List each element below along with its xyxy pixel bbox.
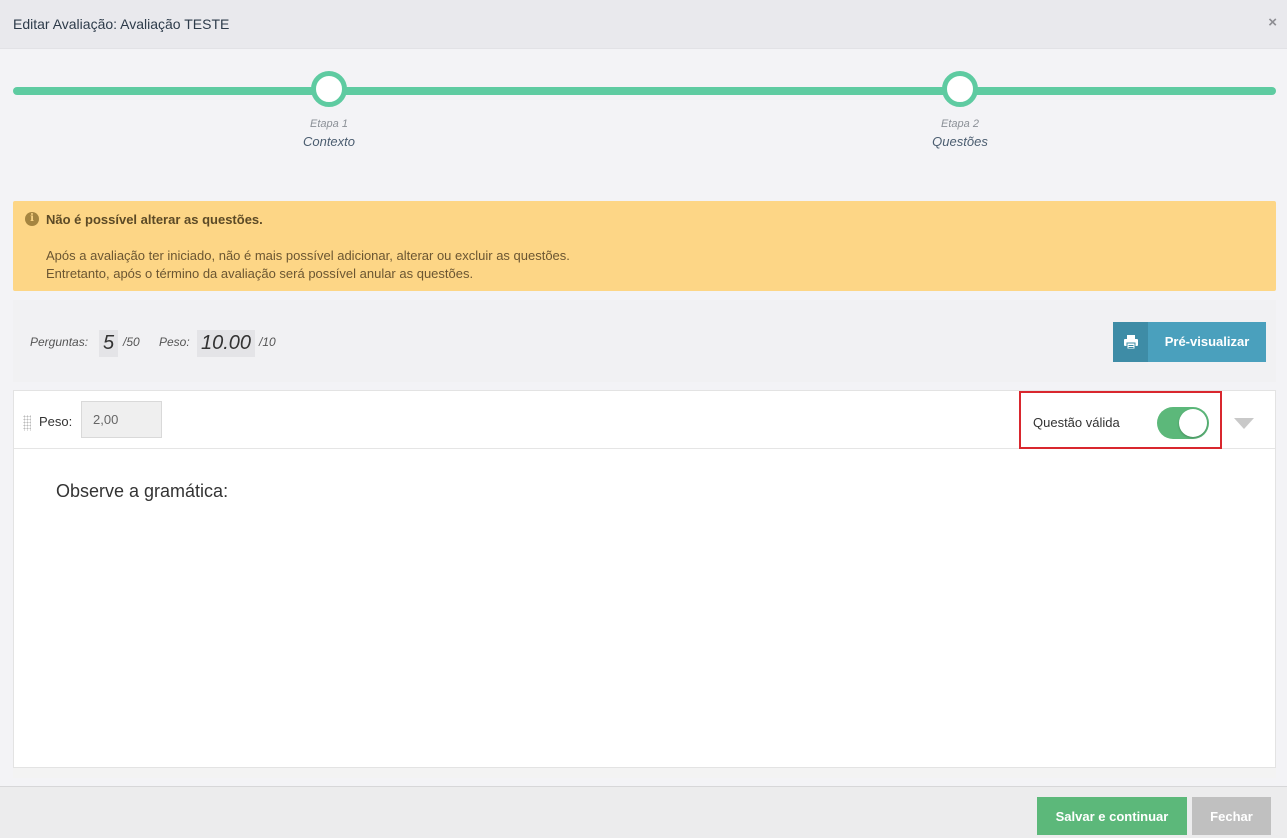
step-dot bbox=[942, 71, 978, 107]
wizard-stepper: Etapa 1 Contexto Etapa 2 Questões bbox=[0, 49, 1287, 189]
weight-max: /10 bbox=[259, 335, 276, 349]
step-number: Etapa 1 bbox=[310, 118, 348, 130]
question-card-header: Peso: Questão válida bbox=[14, 391, 1275, 449]
question-card: Peso: Questão válida Observe a gramática… bbox=[13, 390, 1276, 768]
info-icon: i bbox=[25, 212, 39, 226]
evaluation-stats: Perguntas: 5 /50 Peso: 10.00 /10 bbox=[13, 300, 1276, 382]
questions-max: /50 bbox=[123, 335, 140, 349]
question-weight-input[interactable] bbox=[81, 401, 162, 438]
weight-label: Peso: bbox=[159, 335, 190, 349]
alert-text: Entretanto, após o término da avaliação … bbox=[46, 266, 474, 281]
step-name: Questões bbox=[932, 134, 988, 149]
save-continue-button[interactable]: Salvar e continuar bbox=[1037, 797, 1187, 835]
stepper-track bbox=[13, 87, 1276, 95]
preview-label: Pré-visualizar bbox=[1164, 334, 1250, 349]
step-questoes[interactable]: Etapa 2 Questões bbox=[900, 71, 1020, 149]
warning-alert: i Não é possível alterar as questões. Ap… bbox=[13, 201, 1276, 291]
drag-handle-icon[interactable] bbox=[23, 415, 31, 431]
chevron-down-icon[interactable] bbox=[1234, 418, 1254, 429]
question-valid-toggle[interactable] bbox=[1157, 407, 1209, 439]
preview-button[interactable]: Pré-visualizar bbox=[1113, 322, 1266, 362]
card-bottom-strip bbox=[13, 768, 1276, 778]
modal-header: Editar Avaliação: Avaliação TESTE × bbox=[0, 0, 1287, 49]
toggle-knob bbox=[1179, 409, 1207, 437]
printer-icon bbox=[1124, 335, 1138, 350]
step-contexto[interactable]: Etapa 1 Contexto bbox=[269, 71, 389, 149]
step-number: Etapa 2 bbox=[941, 118, 979, 130]
questions-label: Perguntas: bbox=[30, 335, 89, 349]
modal-footer: Salvar e continuar Fechar bbox=[0, 786, 1287, 838]
preview-icon-box bbox=[1113, 322, 1148, 362]
step-name: Contexto bbox=[302, 134, 356, 149]
alert-text: Após a avaliação ter iniciado, não é mai… bbox=[46, 248, 570, 263]
weight-total: 10.00 bbox=[197, 330, 256, 357]
question-weight-label: Peso: bbox=[39, 414, 73, 429]
close-button[interactable]: Fechar bbox=[1192, 797, 1271, 835]
question-valid-highlight: Questão válida bbox=[1019, 391, 1222, 449]
modal-title: Editar Avaliação: Avaliação TESTE bbox=[13, 16, 230, 32]
question-valid-label: Questão válida bbox=[1033, 415, 1120, 430]
close-icon[interactable]: × bbox=[1268, 15, 1277, 30]
step-dot bbox=[311, 71, 347, 107]
alert-heading: Não é possível alterar as questões. bbox=[46, 212, 263, 227]
questions-count: 5 bbox=[99, 330, 119, 357]
question-text: Observe a gramática: bbox=[56, 481, 229, 501]
